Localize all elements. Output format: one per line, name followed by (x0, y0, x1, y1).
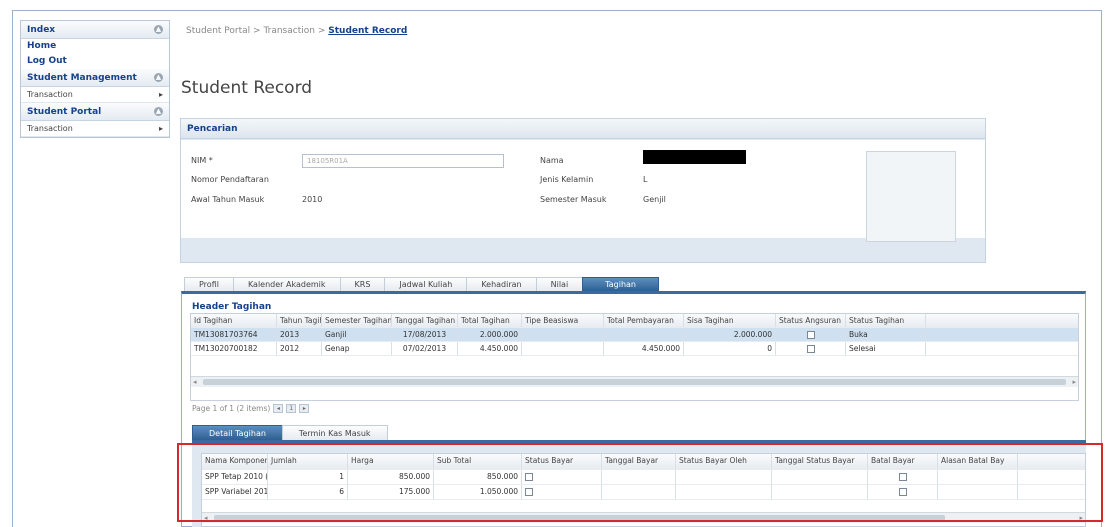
semester-masuk-value: Genjil (643, 195, 666, 204)
breadcrumb-separator: > (317, 26, 326, 36)
status-angsuran-cell (776, 342, 846, 355)
collapse-icon[interactable]: ▲ (154, 25, 163, 34)
sidebar-index-title: Index (27, 24, 56, 35)
table-row[interactable]: TM13020700182 2012 Genap 07/02/2013 4.45… (191, 342, 1078, 356)
breadcrumb-transaction[interactable]: Transaction (263, 26, 315, 36)
table-cell: 4.450.000 (604, 342, 684, 355)
breadcrumb-student-portal[interactable]: Student Portal (186, 26, 250, 36)
tab-nilai[interactable]: Nilai (535, 277, 584, 291)
table-cell: 0 (684, 342, 776, 355)
nomor-pendaftaran-label: Nomor Pendaftaran (191, 175, 269, 184)
table-cell: Selesai (846, 342, 926, 355)
next-page-button[interactable]: ▸ (299, 404, 310, 413)
sidebar-index-header[interactable]: Index ▲ (21, 21, 169, 39)
table-cell: 07/02/2013 (392, 342, 458, 355)
sidebar-section-student-portal[interactable]: Student Portal ▲ (21, 103, 169, 121)
chevron-right-icon: ▸ (158, 124, 163, 133)
nim-input[interactable]: 18105R01A (302, 154, 504, 168)
column-header[interactable]: Status Angsuran (776, 314, 846, 327)
nama-label: Nama (540, 156, 564, 165)
header-tagihan-grid: Id Tagihan Tahun Tagih Semester Tagihan … (190, 313, 1079, 401)
collapse-icon[interactable]: ▲ (154, 73, 163, 82)
column-header[interactable]: Id Tagihan (191, 314, 277, 327)
table-cell: Genap (322, 342, 392, 355)
table-cell: Ganjil (322, 328, 392, 341)
column-header[interactable]: Total Pembayaran (604, 314, 684, 327)
column-header[interactable]: Tahun Tagih (277, 314, 322, 327)
table-cell: 17/08/2013 (392, 328, 458, 341)
tab-krs[interactable]: KRS (339, 277, 386, 291)
scroll-right-icon[interactable]: ▸ (1072, 378, 1076, 386)
sidebar-section-student-management[interactable]: Student Management ▲ (21, 69, 169, 87)
tab-detail-tagihan[interactable]: Detail Tagihan (192, 425, 283, 440)
column-header[interactable]: Status Tagihan (846, 314, 926, 327)
sidebar-item-transaction[interactable]: Transaction ▸ (21, 121, 169, 137)
sidebar-item-label: Transaction (27, 124, 73, 133)
page-title: Student Record (181, 78, 313, 98)
table-cell: TM13081703764 (191, 328, 277, 341)
table-cell: Buka (846, 328, 926, 341)
current-page-button[interactable]: 1 (286, 404, 297, 413)
chevron-right-icon: ▸ (158, 90, 163, 99)
pager: Page 1 of 1 (2 items) ◂ 1 ▸ (192, 404, 310, 413)
highlight-annotation (177, 443, 1103, 522)
tab-jadwal-kuliah[interactable]: Jadwal Kuliah (384, 277, 468, 291)
awal-tahun-masuk-value: 2010 (302, 195, 323, 204)
horizontal-scrollbar[interactable]: ◂ ▸ (191, 376, 1078, 387)
table-row[interactable]: TM13081703764 2013 Ganjil 17/08/2013 2.0… (191, 328, 1078, 342)
sidebar: Index ▲ Home Log Out Student Management … (20, 20, 170, 138)
status-angsuran-checkbox[interactable] (806, 345, 815, 353)
table-cell: 2013 (277, 328, 322, 341)
jenis-kelamin-label: Jenis Kelamin (540, 175, 594, 184)
tab-termin-kas-masuk[interactable]: Termin Kas Masuk (281, 425, 388, 440)
header-tagihan-title: Header Tagihan (192, 302, 272, 312)
breadcrumb: Student Portal > Transaction > Student R… (186, 26, 407, 36)
sidebar-item-transaction[interactable]: Transaction ▸ (21, 87, 169, 103)
status-angsuran-checkbox[interactable] (806, 331, 815, 339)
semester-masuk-label: Semester Masuk (540, 195, 607, 204)
tab-tagihan[interactable]: Tagihan (582, 277, 659, 291)
grid-header-row: Id Tagihan Tahun Tagih Semester Tagihan … (191, 314, 1078, 328)
table-cell (522, 342, 604, 355)
sidebar-item-label: Transaction (27, 90, 73, 99)
detail-tabs: Detail Tagihan Termin Kas Masuk (192, 425, 388, 440)
sidebar-link-home[interactable]: Home (21, 39, 169, 54)
search-panel-title: Pencarian (181, 119, 985, 139)
sidebar-section-title: Student Management (27, 72, 137, 83)
sidebar-section-title: Student Portal (27, 106, 102, 117)
table-cell: 2.000.000 (458, 328, 522, 341)
breadcrumb-separator: > (253, 26, 261, 36)
table-cell: 2.000.000 (684, 328, 776, 341)
table-cell: TM13020700182 (191, 342, 277, 355)
prev-page-button[interactable]: ◂ (273, 404, 284, 413)
scroll-thumb[interactable] (203, 379, 1066, 385)
sidebar-link-logout[interactable]: Log Out (21, 54, 169, 69)
column-header[interactable]: Tipe Beasiswa (522, 314, 604, 327)
status-angsuran-cell (776, 328, 846, 341)
column-header[interactable]: Tanggal Tagihan (392, 314, 458, 327)
pager-summary: Page 1 of 1 (2 items) (192, 404, 271, 413)
tab-kalender-akademik[interactable]: Kalender Akademik (232, 277, 341, 291)
column-header[interactable]: Sisa Tagihan (684, 314, 776, 327)
tab-kehadiran[interactable]: Kehadiran (466, 277, 537, 291)
table-cell: 2012 (277, 342, 322, 355)
breadcrumb-current[interactable]: Student Record (328, 26, 407, 36)
collapse-icon[interactable]: ▲ (154, 107, 163, 116)
nim-label: NIM * (191, 156, 213, 165)
table-cell: 4.450.000 (458, 342, 522, 355)
column-header[interactable]: Semester Tagihan (322, 314, 392, 327)
student-photo (866, 151, 956, 242)
jenis-kelamin-value: L (643, 175, 648, 184)
tab-profil[interactable]: Profil (184, 277, 234, 291)
table-cell (604, 328, 684, 341)
redacted-name (643, 150, 746, 164)
column-header[interactable]: Total Tagihan (458, 314, 522, 327)
table-cell (522, 328, 604, 341)
scroll-left-icon[interactable]: ◂ (193, 378, 197, 386)
awal-tahun-masuk-label: Awal Tahun Masuk (191, 195, 265, 204)
record-tabs: Profil Kalender Akademik KRS Jadwal Kuli… (184, 277, 659, 291)
